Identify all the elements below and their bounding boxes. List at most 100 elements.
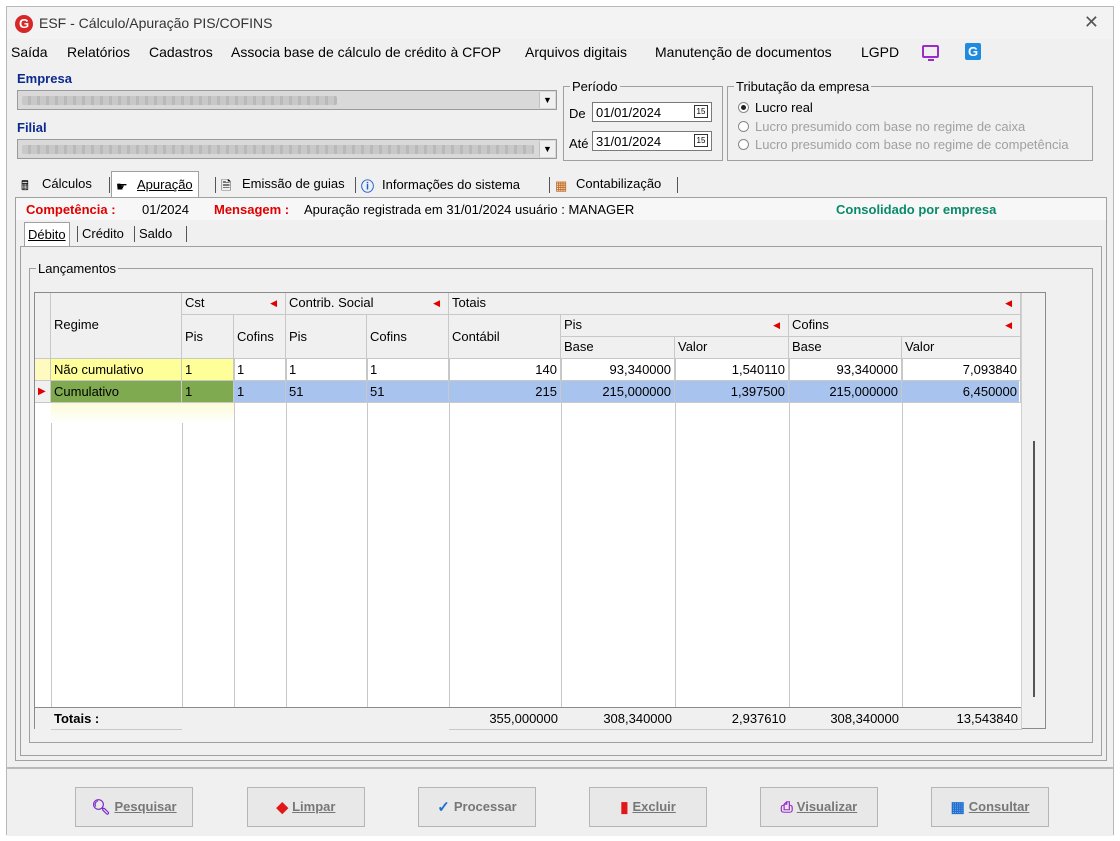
cofins-valor-cell[interactable]: 6,450000 <box>902 381 1021 403</box>
tab-emissao-guias[interactable]: 🗎 Emissão de guias <box>221 171 345 197</box>
contabil-cell[interactable]: 140 <box>449 359 561 381</box>
pis-base-cell[interactable]: 215,000000 <box>561 381 675 403</box>
pis-base-header[interactable]: Base <box>561 337 675 359</box>
cs-cofins-cell[interactable]: 1 <box>367 359 449 381</box>
totais-cofins-header[interactable]: Cofins ◀ <box>789 315 1021 337</box>
totals-contabil: 355,000000 <box>449 708 561 730</box>
cofins-valor-cell[interactable]: 7,093840 <box>902 359 1021 381</box>
tab-calculos[interactable]: 🖩 Cálculos <box>21 171 92 197</box>
date-to-input[interactable]: 31/01/2024 15 <box>592 131 712 151</box>
calendar-icon[interactable]: 15 <box>694 134 708 147</box>
chevron-down-icon[interactable]: ▼ <box>539 92 555 108</box>
tab-label: Crédito <box>82 226 124 241</box>
tab-debito[interactable]: Débito <box>24 222 70 246</box>
tab-saldo[interactable]: Saldo <box>136 222 175 246</box>
calendar-icon[interactable]: 15 <box>694 105 708 118</box>
grid-line <box>675 359 676 707</box>
collapse-left-icon[interactable]: ◀ <box>1005 320 1012 331</box>
regime-cell[interactable]: Não cumulativo <box>51 359 182 381</box>
pis-base-cell[interactable]: 93,340000 <box>561 359 675 381</box>
menu-associa-base[interactable]: Associa base de cálculo de crédito à CFO… <box>231 44 501 60</box>
row-indicator <box>35 359 51 381</box>
cofins-base-cell[interactable]: 215,000000 <box>789 381 902 403</box>
menu-cadastros[interactable]: Cadastros <box>149 44 213 60</box>
collapse-left-icon[interactable]: ◀ <box>773 320 780 331</box>
vertical-scrollbar[interactable] <box>1021 293 1045 728</box>
tab-label: Apuração <box>137 177 193 192</box>
close-icon[interactable]: ✕ <box>1084 12 1099 33</box>
cst-pis-cell[interactable]: 1 <box>182 381 234 403</box>
info-bar: Competência : 01/2024 Mensagem : Apuraçã… <box>16 198 1106 220</box>
tab-informacoes-sistema[interactable]: ⓘ Informações do sistema <box>361 171 520 197</box>
pesquisar-button[interactable]: 🔍︎ Pesquisar <box>75 787 193 827</box>
grid-line <box>902 359 903 707</box>
grid-line <box>561 359 562 707</box>
chevron-down-icon[interactable]: ▼ <box>539 141 555 157</box>
scrollbar-thumb[interactable] <box>1033 441 1035 697</box>
menu-bar: Saída Relatórios Cadastros Associa base … <box>7 40 1113 64</box>
totais-header[interactable]: Totais ◀ <box>449 293 1021 315</box>
cs-pis-cell[interactable]: 1 <box>286 359 367 381</box>
filial-select[interactable]: ▼ <box>17 139 557 159</box>
collapse-left-icon[interactable]: ◀ <box>1005 298 1012 309</box>
tab-divider <box>215 177 216 193</box>
pis-valor-cell[interactable]: 1,397500 <box>675 381 789 403</box>
eraser-icon: ◆ <box>276 799 289 816</box>
menu-relatorios[interactable]: Relatórios <box>67 44 130 60</box>
monitor-icon[interactable] <box>922 45 939 61</box>
table-row-selected[interactable]: ▶ Cumulativo 1 1 51 51 215 215,000000 1,… <box>35 381 1021 403</box>
cs-cofins-cell[interactable]: 51 <box>367 381 449 403</box>
excluir-button[interactable]: ▮ Excluir <box>589 787 707 827</box>
table-row[interactable]: Não cumulativo 1 1 1 1 140 93,340000 1,5… <box>35 359 1021 381</box>
cofins-base-header[interactable]: Base <box>789 337 902 359</box>
title-bar: G ESF - Cálculo/Apuração PIS/COFINS ✕ <box>7 7 1113 39</box>
cs-pis-cell[interactable]: 51 <box>286 381 367 403</box>
consultar-button[interactable]: ▦ Consultar <box>931 787 1049 827</box>
de-label: De <box>569 106 586 121</box>
cofins-base-cell[interactable]: 93,340000 <box>789 359 902 381</box>
processar-button[interactable]: ✓ Processar <box>418 787 536 827</box>
cst-pis-header[interactable]: Pis <box>182 315 234 359</box>
regime-cell[interactable]: Cumulativo <box>51 381 182 403</box>
contrib-social-header[interactable]: Contrib. Social ◀ <box>286 293 449 315</box>
pis-valor-cell[interactable]: 1,540110 <box>675 359 789 381</box>
cofins-valor-header[interactable]: Valor <box>902 337 1021 359</box>
cs-pis-header[interactable]: Pis <box>286 315 367 359</box>
window-title: ESF - Cálculo/Apuração PIS/COFINS <box>39 15 273 31</box>
calculator-icon: 🖩 <box>21 178 29 193</box>
collapse-left-icon[interactable]: ◀ <box>433 298 440 309</box>
help-g-icon[interactable]: G <box>965 43 981 60</box>
competencia-value: 01/2024 <box>142 202 189 217</box>
cst-header[interactable]: Cst ◀ <box>182 293 286 315</box>
cs-cofins-header[interactable]: Cofins <box>367 315 449 359</box>
empresa-select[interactable]: ▼ <box>17 90 557 110</box>
grid-line <box>234 359 235 707</box>
tab-credito[interactable]: Crédito <box>79 222 127 246</box>
cst-cofins-header[interactable]: Cofins <box>234 315 286 359</box>
contabil-cell[interactable]: 215 <box>449 381 561 403</box>
collapse-left-icon[interactable]: ◀ <box>270 298 277 309</box>
totais-pis-header[interactable]: Pis ◀ <box>561 315 789 337</box>
contabil-header[interactable]: Contábil <box>449 315 561 359</box>
tab-label: Contabilização <box>576 176 662 191</box>
tab-apuracao[interactable]: ☛ Apuração <box>111 171 199 197</box>
regime-header[interactable]: ▼Regime <box>51 293 182 359</box>
search-icon: 🔍︎ <box>91 799 111 816</box>
date-from-input[interactable]: 01/01/2024 15 <box>592 102 712 122</box>
radio-lucro-real[interactable]: Lucro real <box>738 100 813 115</box>
lancamentos-table[interactable]: ▼Regime Cst ◀ Contrib. Social ◀ Totais ◀ Pi… <box>34 292 1046 730</box>
cst-pis-cell[interactable]: 1 <box>182 359 234 381</box>
menu-saida[interactable]: Saída <box>11 44 48 60</box>
cst-cofins-cell[interactable]: 1 <box>234 381 286 403</box>
tab-contabilizacao[interactable]: ▦ Contabilização <box>555 171 661 197</box>
menu-manutencao-documentos[interactable]: Manutenção de documentos <box>655 44 832 60</box>
pis-valor-header[interactable]: Valor <box>675 337 789 359</box>
menu-arquivos-digitais[interactable]: Arquivos digitais <box>525 44 627 60</box>
visualizar-button[interactable]: ⎙ Visualizar <box>760 787 878 827</box>
menu-lgpd[interactable]: LGPD <box>861 44 899 60</box>
tab-divider <box>77 226 78 242</box>
limpar-button[interactable]: ◆ Limpar <box>247 787 365 827</box>
cst-cofins-cell[interactable]: 1 <box>234 359 286 381</box>
totals-cofins-valor: 13,543840 <box>902 708 1021 730</box>
totals-pis-base: 308,340000 <box>561 708 675 730</box>
